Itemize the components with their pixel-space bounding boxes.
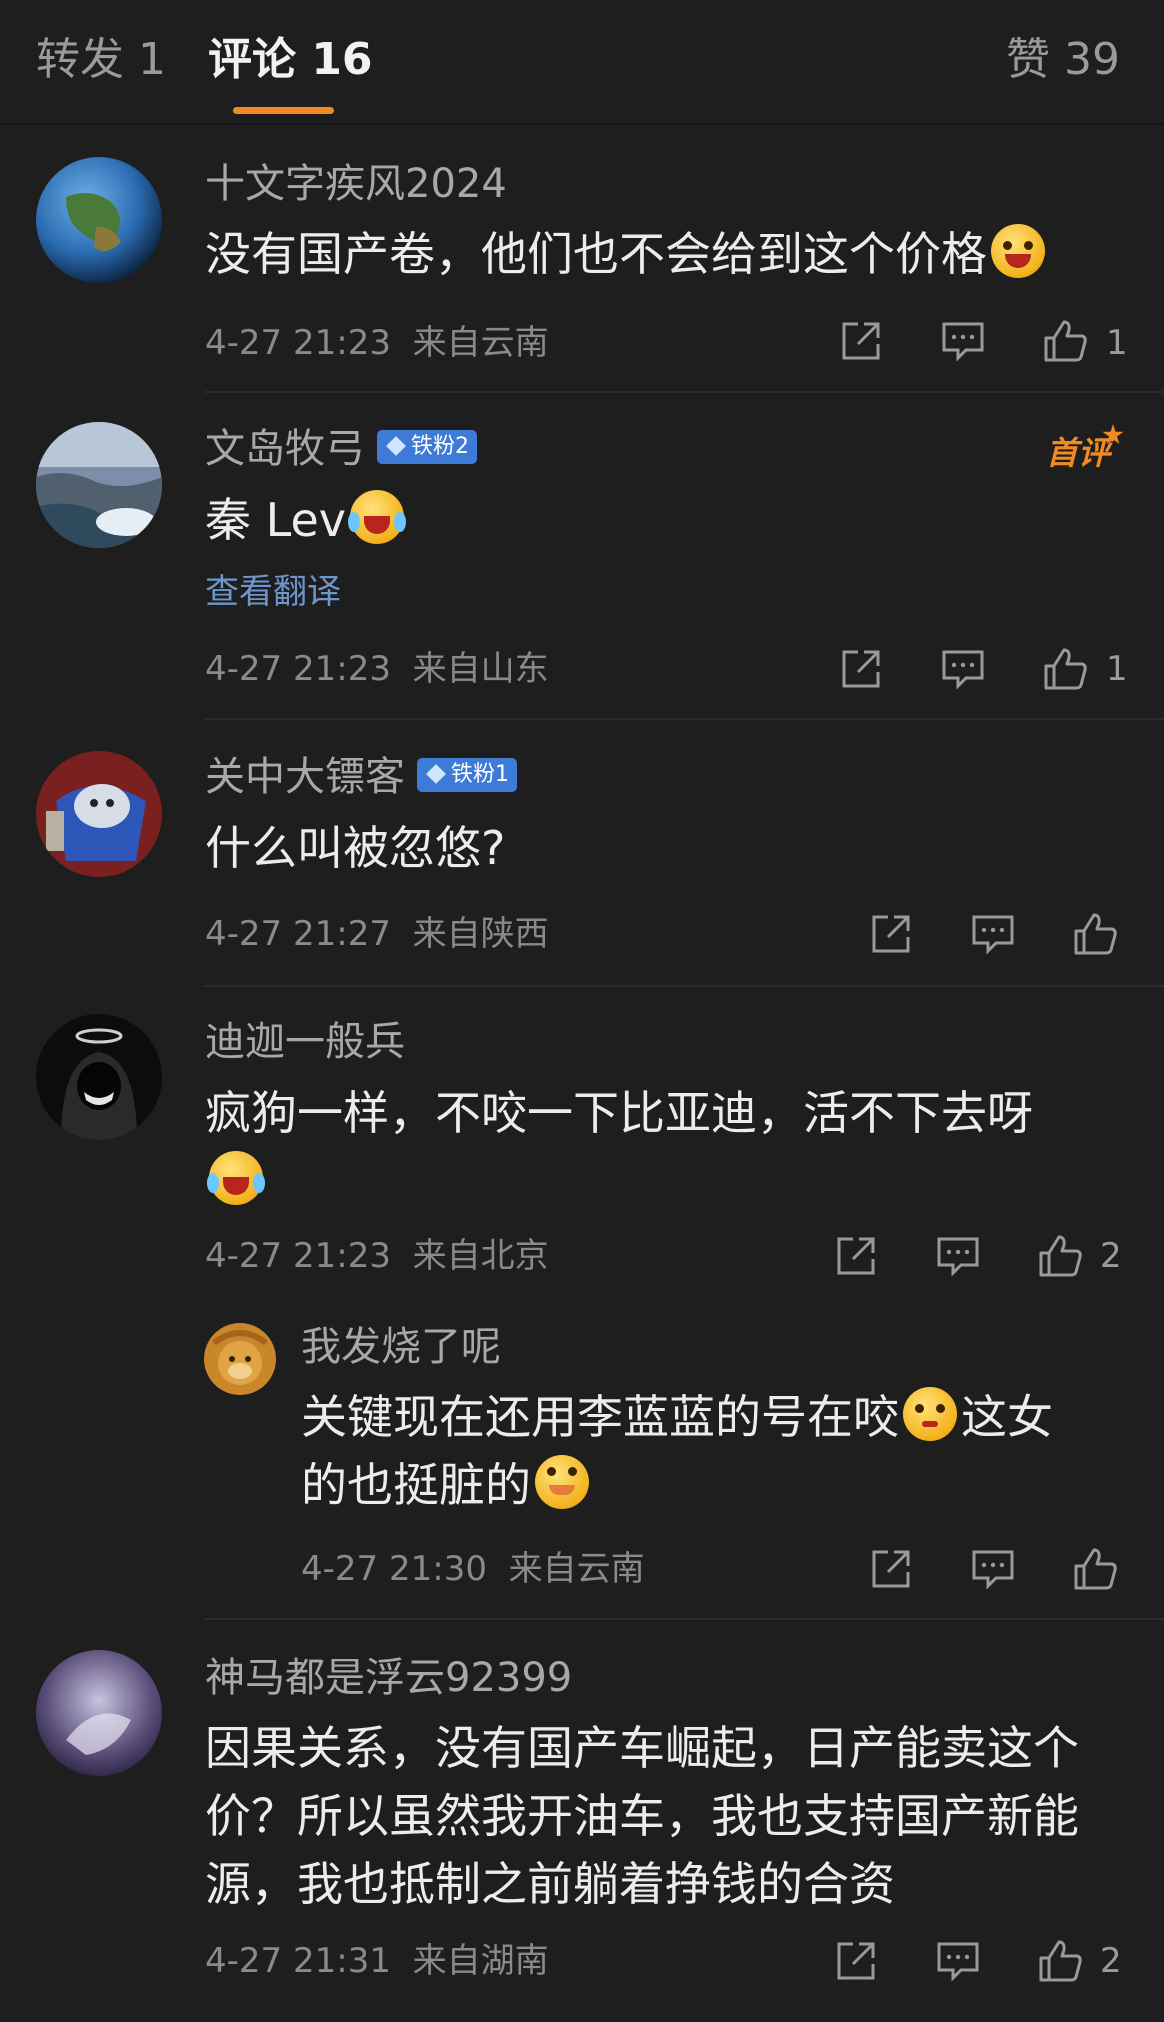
avatar[interactable] — [36, 422, 162, 548]
avatar[interactable] — [36, 1014, 162, 1140]
username: 关中大镖客 铁粉1 — [205, 753, 517, 801]
username[interactable]: 十文字疾风2024 — [205, 160, 507, 208]
share-icon[interactable] — [868, 911, 914, 957]
comment-text-part2: 这女 — [961, 1390, 1053, 1444]
username[interactable]: 神马都是浮云92399 — [205, 1654, 572, 1702]
laughing-crying-emoji-icon — [347, 490, 406, 544]
comment-text-part3: 的也挺脏的 — [301, 1458, 531, 1512]
comment-location: 来自陕西 — [412, 914, 549, 954]
covering-face-emoji-icon — [535, 1455, 589, 1509]
comment-time: 4-27 21:30 — [301, 1549, 487, 1589]
comment-text-content: 疯狗一样，不咬一下比亚迪，活不下去呀 — [205, 1086, 1033, 1140]
comment-meta: 4-27 21:30 来自云南 — [301, 1548, 645, 1590]
fan-badge: 铁粉1 — [417, 758, 517, 792]
comment-meta: 4-27 21:23 来自云南 — [205, 322, 549, 364]
divider — [204, 1618, 1164, 1620]
comment-meta: 4-27 21:27 来自陕西 — [205, 913, 549, 955]
comment-meta: 4-27 21:31 来自湖南 — [205, 1940, 549, 1982]
tab-comments[interactable]: 评论 16 — [208, 34, 373, 86]
comment-text: 秦 Lev — [205, 486, 408, 554]
comment-time: 4-27 21:23 — [205, 1236, 391, 1276]
fan-badge-label: 铁粉2 — [411, 434, 469, 459]
thinking-emoji-icon — [903, 1387, 957, 1441]
first-comment-tag: 首评 — [1046, 428, 1110, 474]
username-text[interactable]: 文岛牧弓 — [205, 426, 365, 472]
comment-location: 来自北京 — [412, 1236, 549, 1276]
comment-icon[interactable] — [940, 318, 986, 364]
tab-repost[interactable]: 转发 1 — [36, 34, 166, 86]
like-count: 2 — [1100, 1236, 1122, 1276]
comment-location: 来自云南 — [412, 323, 549, 363]
divider — [204, 985, 1164, 987]
avatar[interactable] — [36, 157, 162, 283]
share-icon[interactable] — [833, 1233, 879, 1279]
thumb-up-icon[interactable] — [1072, 1546, 1118, 1592]
comment-location: 来自湖南 — [412, 1941, 549, 1981]
username: 文岛牧弓 铁粉2 — [205, 425, 477, 473]
share-icon[interactable] — [838, 646, 884, 692]
comment-text-content: 没有国产卷，他们也不会给到这个价格 — [205, 227, 987, 281]
comment-meta: 4-27 21:23 来自山东 — [205, 648, 549, 690]
laughing-crying-emoji-icon — [207, 1151, 265, 1205]
share-icon[interactable] — [838, 318, 884, 364]
comment-text-content: 秦 Lev — [205, 493, 346, 547]
translate-link[interactable]: 查看翻译 — [205, 571, 341, 613]
comment-meta: 4-27 21:23 来自北京 — [205, 1235, 549, 1277]
like-count: 1 — [1106, 323, 1128, 363]
thumb-up-icon[interactable] — [1037, 1233, 1083, 1279]
active-tab-indicator — [233, 107, 334, 114]
comment-text: 什么叫被忽悠? — [205, 821, 506, 875]
username[interactable]: 我发烧了呢 — [301, 1323, 501, 1371]
thumb-up-icon[interactable] — [1042, 646, 1088, 692]
like-count: 1 — [1106, 649, 1128, 689]
share-icon[interactable] — [833, 1938, 879, 1984]
comment-text: 因果关系，没有国产车崛起，日产能卖这个价？所以虽然我开油车，我也支持国产新能源，… — [205, 1721, 1079, 1911]
fan-badge: 铁粉2 — [377, 430, 477, 464]
comment-location: 来自山东 — [412, 649, 549, 689]
diamond-icon — [386, 436, 406, 456]
avatar[interactable] — [36, 1650, 162, 1776]
comment-text: 疯狗一样，不咬一下比亚迪，活不下去呀 — [205, 1079, 1105, 1215]
comment-time: 4-27 21:23 — [205, 323, 391, 363]
thumb-up-icon[interactable] — [1072, 911, 1118, 957]
comment-time: 4-27 21:23 — [205, 649, 391, 689]
avatar[interactable] — [204, 1323, 276, 1395]
fan-badge-label: 铁粉1 — [451, 762, 509, 787]
avatar[interactable] — [36, 751, 162, 877]
diamond-icon — [426, 764, 446, 784]
divider — [204, 718, 1164, 720]
comment-text: 没有国产卷，他们也不会给到这个价格 — [205, 220, 1049, 288]
comment-time: 4-27 21:27 — [205, 914, 391, 954]
comment-text-part1: 关键现在还用李蓝蓝的号在咬 — [301, 1390, 899, 1444]
share-icon[interactable] — [868, 1546, 914, 1592]
tab-likes[interactable]: 赞 39 — [1006, 34, 1120, 86]
comment-text: 关键现在还用李蓝蓝的号在咬 这女的也挺脏的 — [301, 1383, 1121, 1519]
thumb-up-icon[interactable] — [1042, 318, 1088, 364]
grinning-emoji-icon — [991, 224, 1045, 278]
username-text[interactable]: 关中大镖客 — [205, 754, 405, 800]
tab-bar: 转发 1 评论 16 赞 39 — [0, 0, 1164, 125]
like-count: 2 — [1100, 1941, 1122, 1981]
comment-location: 来自云南 — [508, 1549, 645, 1589]
comment-icon[interactable] — [940, 646, 986, 692]
thumb-up-icon[interactable] — [1037, 1938, 1083, 1984]
divider — [204, 391, 1164, 393]
comment-time: 4-27 21:31 — [205, 1941, 391, 1981]
comment-icon[interactable] — [935, 1233, 981, 1279]
username[interactable]: 迪迦一般兵 — [205, 1018, 405, 1066]
comment-icon[interactable] — [935, 1938, 981, 1984]
comment-icon[interactable] — [970, 1546, 1016, 1592]
comment-icon[interactable] — [970, 911, 1016, 957]
